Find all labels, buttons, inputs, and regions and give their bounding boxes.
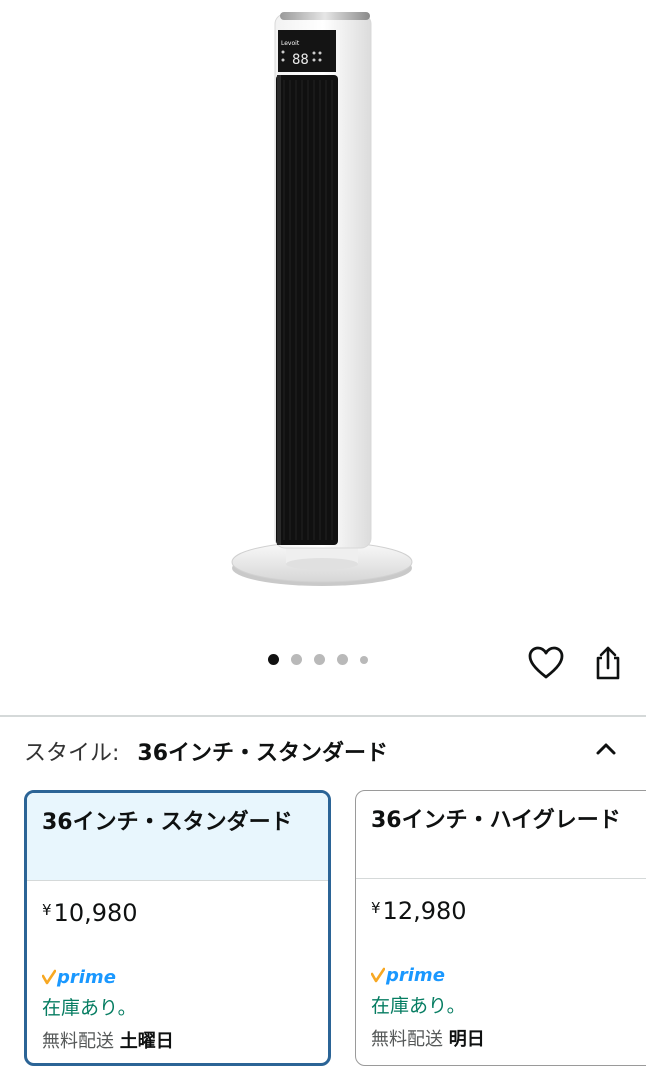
share-icon[interactable] [590, 644, 626, 682]
svg-text:Levoit: Levoit [281, 40, 300, 47]
carousel-dot[interactable] [291, 654, 302, 665]
product-image[interactable]: Levoit 88 [0, 0, 646, 640]
chevron-up-icon[interactable] [590, 735, 622, 763]
delivery-info: 無料配送 土曜日 [42, 1027, 313, 1053]
selected-style-value: 36インチ・スタンダード [137, 741, 389, 766]
carousel-dot[interactable] [314, 654, 325, 665]
option-price: ¥10,980 [42, 899, 313, 927]
price-value: 12,980 [382, 897, 467, 925]
style-selector-header[interactable]: スタイル: 36インチ・スタンダード [24, 733, 624, 769]
delivery-day: 土曜日 [119, 1031, 174, 1052]
carousel-dot[interactable] [360, 655, 368, 664]
prime-badge: prime [371, 964, 646, 986]
image-carousel-dots[interactable] [268, 654, 368, 665]
stock-status: 在庫あり。 [371, 995, 466, 1017]
style-option-card-highgrade[interactable]: 36インチ・ハイグレード ¥12,980 prime 在庫あり。 無料配送 明日 [355, 790, 646, 1066]
style-option-card-standard[interactable]: 36インチ・スタンダード ¥10,980 prime 在庫あり。 無料配送 土曜… [24, 790, 331, 1066]
delivery-prefix: 無料配送 [371, 1029, 443, 1050]
currency-symbol: ¥ [42, 901, 52, 919]
currency-symbol: ¥ [371, 899, 381, 917]
heart-outline-icon[interactable] [527, 645, 565, 681]
prime-check-icon [42, 969, 56, 985]
prime-check-icon [371, 967, 385, 983]
stock-status: 在庫あり。 [42, 997, 137, 1019]
delivery-info: 無料配送 明日 [371, 1025, 646, 1051]
delivery-day: 明日 [448, 1029, 485, 1050]
carousel-dot[interactable] [337, 654, 348, 665]
style-label: スタイル: [24, 741, 120, 766]
section-divider [0, 715, 646, 717]
carousel-dot[interactable] [268, 654, 279, 665]
prime-label: prime [386, 964, 445, 986]
option-name: 36インチ・ハイグレード [356, 791, 646, 879]
price-value: 10,980 [53, 899, 138, 927]
prime-label: prime [57, 966, 116, 988]
option-price: ¥12,980 [371, 897, 646, 925]
option-name: 36インチ・スタンダード [27, 793, 328, 881]
prime-badge: prime [42, 966, 313, 988]
svg-text:88: 88 [292, 52, 309, 68]
delivery-prefix: 無料配送 [42, 1031, 114, 1052]
